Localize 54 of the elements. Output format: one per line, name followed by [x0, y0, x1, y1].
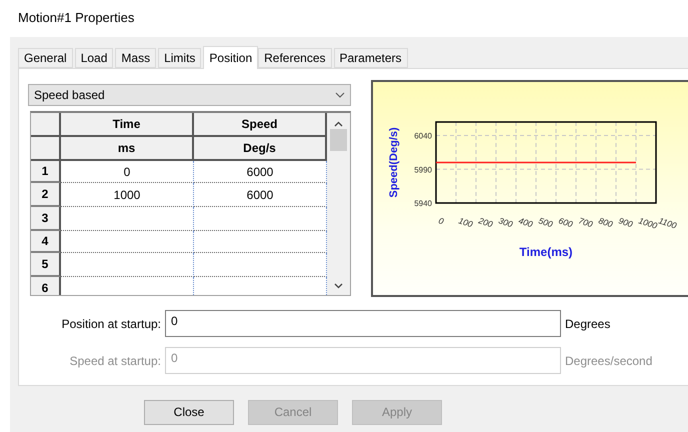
- table-cell[interactable]: 1000: [61, 183, 194, 207]
- row-number: 5: [31, 253, 61, 277]
- x-tick-label: 600: [557, 215, 574, 230]
- x-tick-label: 1000: [637, 215, 658, 231]
- tab[interactable]: Limits: [158, 48, 202, 68]
- x-tick-label: 700: [577, 215, 594, 230]
- row-number: 6: [31, 277, 61, 295]
- tab[interactable]: Mass: [115, 48, 156, 68]
- field-label: Position at startup:: [60, 316, 162, 330]
- unit-label: Degrees/second: [565, 354, 652, 368]
- corner-cell: [31, 113, 61, 137]
- y-tick-label: 5940: [414, 199, 432, 208]
- row-number: 2: [31, 183, 61, 207]
- row-number: 1: [31, 161, 61, 183]
- table-cell[interactable]: [61, 207, 194, 231]
- tab[interactable]: Load: [74, 48, 114, 68]
- y-tick-label: 5990: [414, 165, 432, 174]
- column-header: Speed: [194, 113, 327, 137]
- y-axis-title: Speed(Deg/s): [388, 127, 400, 198]
- x-tick-label: 0: [437, 215, 445, 226]
- row-number: 4: [31, 231, 61, 253]
- x-tick-label: 300: [497, 215, 514, 230]
- unit-header: Deg/s: [194, 137, 327, 161]
- x-tick-label: 1100: [657, 215, 678, 231]
- x-tick-label: 400: [517, 215, 534, 230]
- scrollbar[interactable]: [327, 113, 350, 295]
- scroll-thumb[interactable]: [330, 129, 347, 151]
- unit-header: ms: [61, 137, 194, 161]
- tab[interactable]: General: [18, 48, 73, 68]
- tab[interactable]: Position: [203, 46, 258, 69]
- x-tick-label: 500: [537, 215, 554, 230]
- corner-cell: [31, 137, 61, 161]
- scroll-down-icon[interactable]: [334, 283, 343, 289]
- table-cell[interactable]: [61, 231, 194, 253]
- mode-dropdown[interactable]: Speed based: [28, 84, 351, 106]
- x-axis-title: Time(ms): [519, 245, 573, 259]
- row-number: 3: [31, 207, 61, 231]
- chevron-down-icon: [335, 92, 345, 98]
- unit-label: Degrees: [565, 316, 610, 330]
- input-field[interactable]: 0: [165, 310, 561, 337]
- scroll-up-icon[interactable]: [334, 121, 343, 127]
- x-tick-label: 200: [477, 215, 494, 230]
- x-tick-label: 100: [457, 215, 474, 230]
- table-cell[interactable]: [61, 253, 194, 277]
- dialog-button[interactable]: Close: [144, 400, 234, 424]
- window-title: Motion#1 Properties: [18, 10, 134, 25]
- column-header: Time: [61, 113, 194, 137]
- tab[interactable]: References: [258, 48, 332, 68]
- table-cell[interactable]: 0: [61, 161, 194, 183]
- tab[interactable]: Parameters: [334, 48, 408, 68]
- y-tick-label: 6040: [414, 132, 432, 140]
- x-tick-label: 800: [597, 215, 614, 230]
- field-label: Speed at startup:: [68, 354, 162, 368]
- x-tick-label: 900: [617, 215, 634, 230]
